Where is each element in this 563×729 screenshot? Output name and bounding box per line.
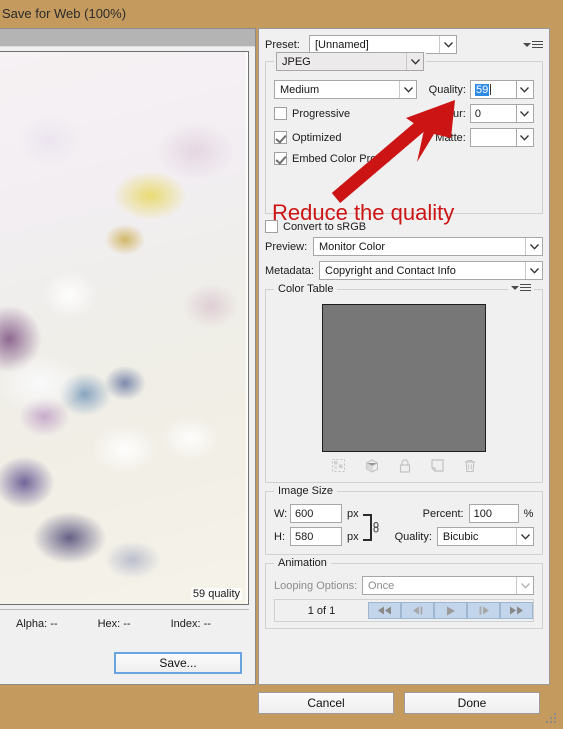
chevron-down-icon[interactable] [516, 129, 533, 146]
preset-panel-menu-icon[interactable] [523, 41, 543, 48]
quality-value: 59 [474, 83, 490, 96]
image-size-group: Image Size W: 600 px Percent: 100 % H: 5… [265, 485, 543, 555]
chevron-down-icon[interactable] [406, 53, 423, 70]
preset-label: Preset: [265, 38, 300, 51]
preview-status-bar: Alpha: -- Hex: -- Index: -- [0, 609, 249, 637]
checkbox-box [274, 107, 287, 120]
quality-input[interactable]: 59 [469, 80, 517, 99]
new-swatch-icon[interactable] [431, 459, 444, 475]
annotation-text: Reduce the quality [272, 200, 455, 225]
checkbox-box [274, 131, 287, 144]
matte-stepper[interactable] [515, 128, 534, 147]
save-button[interactable]: Save... [114, 652, 242, 674]
image-size-title: Image Size [274, 485, 338, 497]
metadata-value: Copyright and Contact Info [325, 264, 456, 277]
file-format-select[interactable]: JPEG [276, 52, 424, 71]
width-label: W: [274, 507, 288, 520]
preview-mode-value: Monitor Color [319, 240, 386, 253]
save-for-web-dialog: Save for Web (100%) 59 quality Alpha: --… [0, 0, 563, 729]
window-title-bar: Save for Web (100%) [0, 0, 563, 27]
metadata-select[interactable]: Copyright and Contact Info [319, 261, 543, 280]
width-unit: px [347, 507, 359, 520]
height-label: H: [274, 530, 285, 543]
color-table-panel-menu-icon[interactable] [508, 284, 534, 291]
blur-value: 0 [474, 107, 481, 120]
resample-quality-select[interactable]: Bicubic [436, 527, 534, 546]
file-format-value: JPEG [282, 55, 311, 68]
metadata-label: Metadata: [265, 264, 314, 277]
transparency-icon[interactable] [332, 459, 345, 475]
chevron-down-icon[interactable] [525, 262, 542, 279]
frame-count-label: 1 of 1 [307, 604, 336, 617]
percent-input[interactable]: 100 [468, 504, 519, 523]
annotation-arrow-icon [331, 100, 455, 203]
height-unit: px [347, 530, 359, 543]
blur-input[interactable]: 0 [469, 104, 517, 123]
preset-value: [Unnamed] [315, 38, 369, 51]
looping-options-value: Once [368, 579, 395, 592]
color-table-toolbar [274, 458, 534, 476]
web-snap-cube-icon[interactable] [365, 458, 379, 476]
height-input[interactable]: 580 [290, 527, 342, 546]
percent-unit: % [523, 507, 534, 520]
constrain-proportions-link-icon[interactable] [362, 513, 386, 546]
chevron-down-icon[interactable] [439, 36, 456, 53]
preview-quality-label: 59 quality [190, 588, 242, 600]
trash-icon[interactable] [464, 459, 476, 476]
percent-value: 100 [473, 507, 492, 520]
color-table-title: Color Table [274, 283, 338, 295]
previous-frame-icon[interactable] [401, 602, 434, 619]
animation-group: Animation Looping Options: Once 1 of 1 [265, 557, 543, 629]
image-preview-frame[interactable]: 59 quality [0, 51, 249, 605]
chevron-down-icon[interactable] [525, 238, 542, 255]
preview-mode-row: Preview: Monitor Color [265, 237, 543, 256]
chevron-down-icon[interactable] [516, 528, 533, 545]
triangle-icon [511, 285, 519, 290]
alpha-readout: Alpha: -- [16, 617, 58, 630]
looping-options-select: Once [362, 576, 534, 595]
preview-tab-strip[interactable] [0, 29, 255, 47]
height-value: 580 [295, 530, 314, 543]
metadata-row: Metadata: Copyright and Contact Info [265, 261, 543, 280]
width-value: 600 [295, 507, 314, 520]
matte-swatch[interactable] [469, 128, 517, 147]
preview-mode-label: Preview: [265, 240, 308, 253]
lock-icon[interactable] [399, 458, 411, 476]
resample-quality-value: Bicubic [442, 530, 479, 543]
checkbox-box [274, 152, 287, 165]
quality-stepper[interactable] [515, 80, 534, 99]
chevron-down-icon[interactable] [516, 105, 533, 122]
cancel-button[interactable]: Cancel [258, 692, 394, 714]
animation-title: Animation [274, 557, 331, 569]
page-title: Save for Web (100%) [2, 6, 127, 21]
chevron-down-icon[interactable] [516, 81, 533, 98]
dialog-footer: Cancel Done [258, 688, 550, 718]
play-icon[interactable] [434, 602, 467, 619]
first-frame-icon[interactable] [368, 602, 401, 619]
preview-pane: 59 quality Alpha: -- Hex: -- Index: -- S… [0, 28, 256, 685]
save-button-row: Save... [0, 645, 250, 681]
index-readout: Index: -- [170, 617, 211, 630]
next-frame-icon[interactable] [467, 602, 500, 619]
blur-stepper[interactable] [515, 104, 534, 123]
last-frame-icon[interactable] [500, 602, 533, 619]
preview-mode-select[interactable]: Monitor Color [313, 237, 543, 256]
hamburger-icon [532, 41, 543, 48]
chevron-down-icon [516, 577, 533, 594]
percent-label: Percent: [422, 507, 464, 520]
resize-grip[interactable] [546, 713, 558, 725]
preview-image [0, 52, 246, 604]
width-input[interactable]: 600 [290, 504, 342, 523]
animation-navigation-bar: 1 of 1 [274, 599, 534, 622]
triangle-icon [523, 42, 531, 47]
color-table-swatch-area[interactable] [322, 304, 486, 452]
color-table-group: Color Table [265, 283, 543, 483]
resample-quality-label: Quality: [394, 530, 432, 543]
hex-readout: Hex: -- [97, 617, 131, 630]
quality-preset-value: Medium [280, 83, 320, 96]
done-button[interactable]: Done [404, 692, 540, 714]
looping-options-label: Looping Options: [274, 579, 358, 592]
hamburger-icon [520, 284, 531, 291]
